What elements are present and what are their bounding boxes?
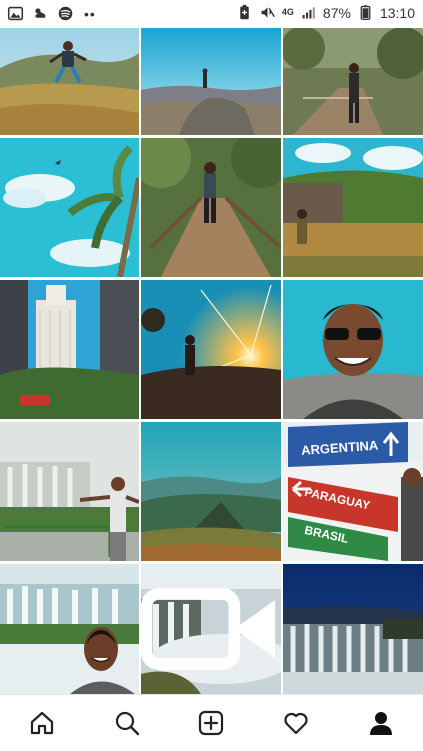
post-city-skyscraper[interactable]: [0, 280, 139, 419]
add-post-icon: [199, 710, 224, 736]
weather-icon: [35, 8, 46, 18]
nav-new-post-button[interactable]: [191, 703, 231, 743]
clock: 13:10: [379, 4, 415, 21]
nav-home-button[interactable]: [22, 703, 62, 743]
home-icon: [31, 711, 54, 735]
nav-search-button[interactable]: [107, 703, 147, 743]
post-man-by-river-forest[interactable]: [283, 138, 423, 277]
photo-thumbnail: [0, 564, 139, 694]
profile-icon: [369, 712, 392, 735]
photo-grid: ARGENTINA PARAGUAY BRASIL: [0, 28, 423, 694]
post-mountain-valley[interactable]: [141, 422, 281, 561]
post-man-on-boardwalk-forest[interactable]: [283, 28, 423, 135]
post-waterfall-mist-video[interactable]: [141, 564, 281, 694]
photo-thumbnail: [283, 280, 423, 419]
photo-thumbnail: [141, 28, 281, 135]
mute-icon: [261, 7, 275, 18]
post-waterfall-night[interactable]: [283, 564, 423, 694]
photo-thumbnail: [0, 138, 139, 277]
network-type: 4G: [281, 7, 294, 17]
nav-activity-button[interactable]: [276, 703, 316, 743]
gallery-icon: [7, 6, 24, 21]
post-waterfall-selfie[interactable]: [0, 564, 139, 694]
battery-icon: [360, 5, 371, 20]
spotify-icon: [58, 6, 73, 21]
post-hiker-jumping-hill[interactable]: [0, 28, 139, 135]
post-man-on-wooden-bridge[interactable]: [141, 138, 281, 277]
video-camera-icon: [141, 588, 276, 670]
photo-thumbnail: [0, 28, 139, 135]
photo-thumbnail: [0, 422, 139, 561]
battery-saver-icon: [240, 4, 249, 20]
photo-thumbnail: [141, 280, 281, 419]
photo-thumbnail: [283, 28, 423, 135]
photo-thumbnail: [141, 422, 281, 561]
nav-profile-button[interactable]: [361, 703, 401, 743]
post-palm-tree-sky[interactable]: [0, 138, 139, 277]
search-icon: [115, 711, 140, 736]
photo-thumbnail: [283, 138, 423, 277]
signal-icon: [302, 7, 315, 19]
post-waterfalls-man-arms-open[interactable]: [0, 422, 139, 561]
photo-thumbnail: [283, 564, 423, 694]
heart-icon: [284, 712, 308, 735]
more-dots-icon: ••: [84, 5, 96, 22]
post-border-signs[interactable]: ARGENTINA PARAGUAY BRASIL: [283, 422, 423, 561]
post-selfie-sunglasses[interactable]: [283, 280, 423, 419]
photo-thumbnail: ARGENTINA PARAGUAY BRASIL: [283, 422, 423, 561]
bottom-navigation: [0, 694, 423, 751]
photo-thumbnail: [0, 280, 139, 419]
battery-percent: 87%: [322, 4, 351, 21]
post-sunset-silhouette[interactable]: [141, 280, 281, 419]
photo-thumbnail: [141, 138, 281, 277]
status-bar: •• 4G 87% 13:10: [0, 0, 423, 28]
post-person-on-rock-mountains[interactable]: [141, 28, 281, 135]
